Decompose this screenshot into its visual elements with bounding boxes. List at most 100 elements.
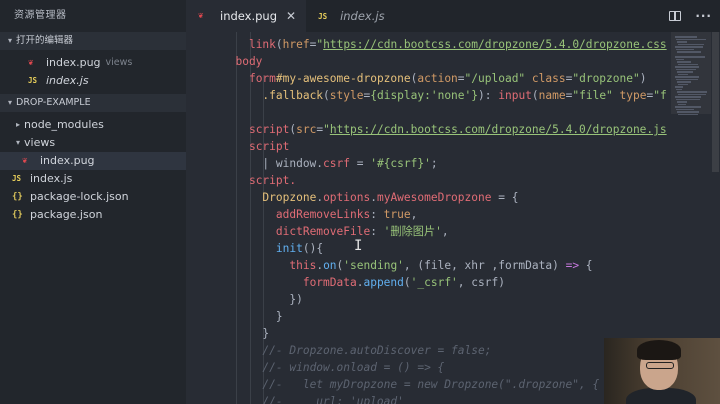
code-token: csrf (323, 157, 350, 170)
minimap-line (678, 103, 686, 105)
project-header[interactable]: ▾ DROP-EXAMPLE (0, 94, 186, 112)
code-token: #my-awesome-dropzone (275, 72, 411, 85)
code-token: append (363, 276, 404, 289)
code-line[interactable]: Dropzone.options.myAwesomeDropzone = { (186, 189, 671, 206)
js-file-icon: JS (28, 76, 38, 85)
minimap-line (676, 78, 698, 80)
code-line[interactable]: body (186, 53, 671, 70)
person-body (626, 388, 696, 404)
minimap-line (677, 51, 701, 53)
code-line[interactable]: //- Dropzone.autoDiscover = false; (186, 342, 671, 359)
code-line[interactable]: //- let myDropzone = new Dropzone(".drop… (186, 376, 671, 393)
more-actions-icon[interactable]: ··· (695, 9, 712, 23)
code-line[interactable]: | window.csrf = '#{csrf}'; (186, 155, 671, 172)
minimap-line (676, 68, 696, 70)
open-editors-label: 打开的编辑器 (16, 35, 74, 46)
open-editor-item-index-js[interactable]: JS index.js (0, 72, 186, 90)
code-token: } (222, 310, 283, 323)
code-token: input (498, 89, 532, 102)
code-token: type (619, 89, 647, 102)
tab-index-pug[interactable]: ❦ index.pug ✕ (186, 0, 307, 32)
code-line[interactable]: dictRemoveFile: '删除图片', (186, 223, 671, 240)
code-token: ( (323, 89, 330, 102)
code-token: href (282, 38, 310, 51)
code-token: //- let myDropzone = new Dropzone(".drop… (262, 378, 600, 391)
code-line[interactable]: //- url: 'upload' (186, 393, 671, 404)
js-file-icon: JS (12, 174, 22, 183)
code-token: https://cdn.bootcss.com/dropzone/5.4.0/d… (329, 123, 667, 136)
code-token: " (323, 123, 330, 136)
code-token: //- url: 'upload' (262, 395, 404, 404)
code-line[interactable]: addRemoveLinks: true, (186, 206, 671, 223)
chevron-right-icon: ▸ (15, 120, 20, 129)
code-line[interactable]: formData.append('_csrf', csrf) (186, 274, 671, 291)
code-line[interactable] (186, 104, 671, 121)
minimap-line (675, 36, 697, 38)
code-line[interactable]: form#my-awesome-dropzone(action="/upload… (186, 70, 671, 87)
code-token: "dropzone" (572, 72, 640, 85)
close-icon[interactable]: ✕ (286, 9, 296, 23)
code-line[interactable]: .fallback(style={display:'none'}): input… (186, 87, 671, 104)
code-line[interactable]: this.on('sending', (file, xhr ,formData)… (186, 257, 671, 274)
open-editor-filename: index.pug (46, 56, 101, 69)
minimap-line (677, 91, 707, 93)
split-editor-icon[interactable] (669, 11, 682, 21)
code-token: class (531, 72, 566, 85)
tab-index-js[interactable]: JS index.js (306, 0, 395, 32)
code-token: ( (275, 38, 283, 51)
tree-item-package-json[interactable]: {} package.json (0, 206, 186, 224)
tree-item-index-pug[interactable]: ❦ index.pug (0, 152, 186, 170)
code-line[interactable]: init(){ (186, 240, 671, 257)
open-editors-header[interactable]: ▾ 打开的编辑器 (0, 32, 186, 50)
json-file-icon: {} (12, 192, 23, 202)
minimap-line (675, 76, 699, 78)
code-line[interactable]: } (186, 325, 671, 342)
open-editor-folder: views (105, 57, 133, 68)
tab-label: index.js (340, 9, 385, 23)
code-token: action (417, 72, 458, 85)
pug-file-icon: ❦ (28, 58, 34, 68)
code-token: } (222, 327, 270, 340)
pug-file-icon: ❦ (22, 156, 28, 166)
scrollbar-thumb[interactable] (712, 32, 719, 172)
explorer-title: 资源管理器 (14, 10, 67, 21)
minimap-line (677, 101, 687, 103)
code-line[interactable]: }) (186, 291, 671, 308)
code-line[interactable]: script(src="https://cdn.bootcss.com/drop… (186, 121, 671, 138)
code-line[interactable]: } (186, 308, 671, 325)
open-editor-filename: index.js (46, 74, 89, 87)
code-token: link (248, 38, 276, 51)
minimap-line (677, 81, 691, 83)
code-token: "f (653, 89, 667, 102)
code-line[interactable]: //- window.onload = () => { (186, 359, 671, 376)
minimap-line (678, 43, 704, 45)
tree-item-index-js[interactable]: JS index.js (0, 170, 186, 188)
tree-item-views[interactable]: ▾ views (0, 134, 186, 152)
code-editor[interactable]: link(href="https://cdn.bootcss.com/dropz… (186, 32, 671, 404)
code-token: . (370, 191, 377, 204)
editor-tabbar: ❦ index.pug ✕ JS index.js ··· (186, 0, 720, 32)
code-line[interactable]: script (186, 138, 671, 155)
chevron-down-icon: ▾ (7, 98, 12, 107)
minimap-line (678, 93, 706, 95)
code-line[interactable]: link(href="https://cdn.bootcss.com/dropz… (186, 36, 671, 53)
open-editor-item-index-pug[interactable]: ❦ index.pug views (0, 54, 186, 72)
person-hair (637, 340, 681, 360)
code-line[interactable]: script. (186, 172, 671, 189)
chevron-down-icon: ▾ (7, 36, 12, 45)
tree-item-package-lock-json[interactable]: {} package-lock.json (0, 188, 186, 206)
text-cursor-icon: I (354, 238, 363, 254)
code-token: on (323, 259, 337, 272)
tree-item-node-modules[interactable]: ▸ node_modules (0, 116, 186, 134)
minimap-line (678, 63, 698, 65)
